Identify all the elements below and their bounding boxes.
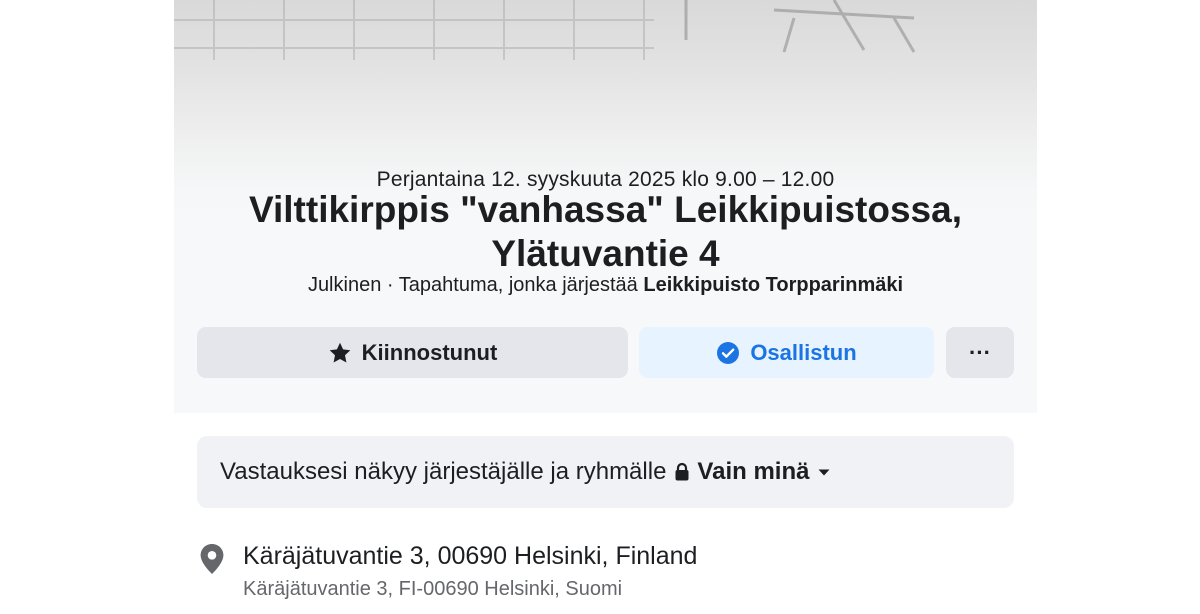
audience-selector[interactable]: Vain minä (674, 458, 831, 486)
map-pin-icon (199, 543, 225, 580)
audience-label: Vain minä (697, 458, 810, 485)
meta-separator: · (386, 274, 394, 296)
more-options-label: ··· (969, 339, 991, 365)
going-button[interactable]: Osallistun (639, 327, 934, 378)
event-page: Perjantaina 12. syyskuuta 2025 klo 9.00 … (174, 0, 1037, 614)
check-circle-icon (716, 341, 740, 365)
caret-down-icon (817, 467, 831, 477)
event-visibility: Julkinen (307, 274, 382, 296)
privacy-text: Vastauksesi näkyy järjestäjälle ja ryhmä… (220, 458, 667, 485)
organizer-link[interactable]: Leikkipuisto Torpparinmäki (643, 274, 903, 296)
location-address-local: Käräjätuvantie 3, FI-00690 Helsinki, Suo… (243, 578, 623, 600)
going-label: Osallistun (750, 339, 857, 365)
event-title: Vilttikirppis "vanhassa" Leikkipuistossa… (248, 189, 962, 274)
location-address: Käräjätuvantie 3, 00690 Helsinki, Finlan… (243, 542, 698, 570)
more-options-button[interactable]: ··· (946, 327, 1014, 378)
interested-label: Kiinnostunut (361, 339, 498, 365)
organizer-prefix: Tapahtuma, jonka järjestää (398, 274, 638, 296)
event-meta: Julkinen · Tapahtuma, jonka järjestää Le… (174, 274, 1037, 297)
lock-icon (674, 462, 690, 482)
star-icon (328, 341, 352, 365)
event-header: Perjantaina 12. syyskuuta 2025 klo 9.00 … (174, 0, 1037, 413)
response-privacy-notice: Vastauksesi näkyy järjestäjälle ja ryhmä… (197, 436, 1014, 508)
cover-photo (174, 0, 916, 60)
interested-button[interactable]: Kiinnostunut (197, 327, 628, 378)
